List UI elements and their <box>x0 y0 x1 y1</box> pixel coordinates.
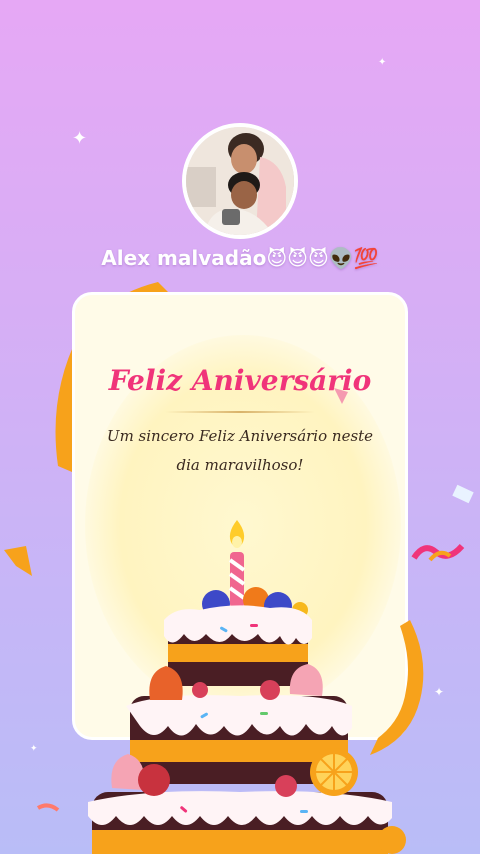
candle-icon <box>228 520 246 608</box>
sparkle-icon: ✦ <box>72 128 88 149</box>
sparkle-icon: ✦ <box>378 57 387 68</box>
card-title: Feliz Aniversário <box>108 364 372 397</box>
username-label: Alex malvadão😈😈😈👽💯 <box>101 246 379 270</box>
birthday-cake-illustration <box>88 520 406 854</box>
title-divider <box>165 411 315 413</box>
avatar[interactable] <box>182 123 298 239</box>
card-message: Um sincero Feliz Aniversário neste dia m… <box>106 427 374 474</box>
profile-photo <box>186 127 294 235</box>
confetti-decoration <box>334 388 348 404</box>
